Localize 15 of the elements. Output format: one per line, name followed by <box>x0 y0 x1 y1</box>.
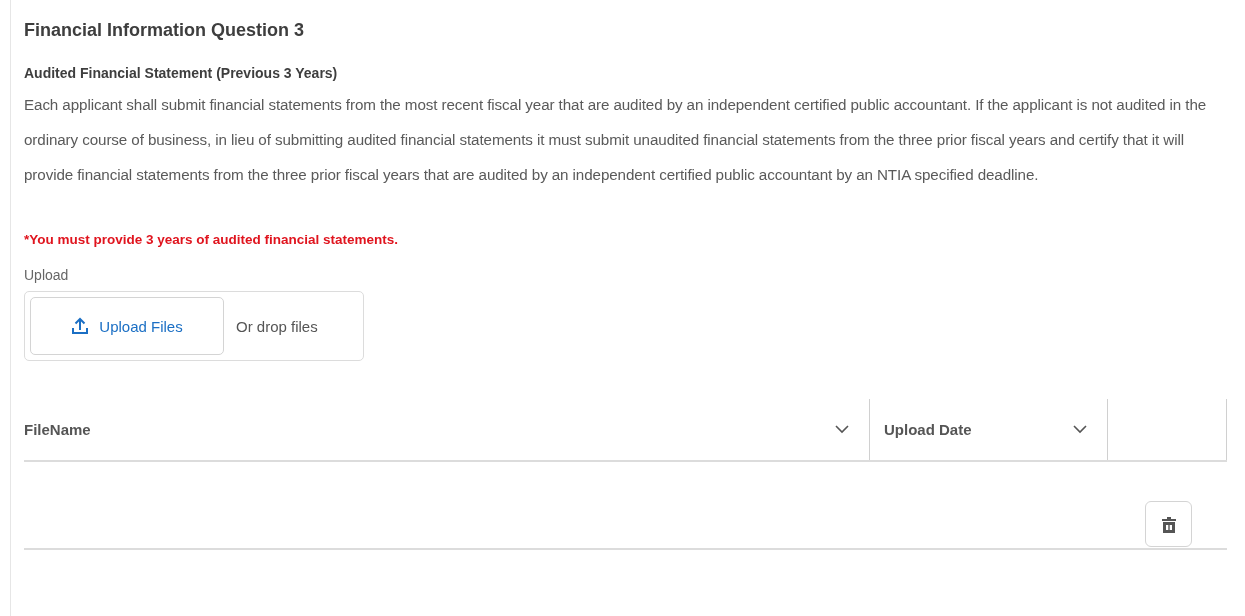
file-drop-zone[interactable]: Upload Files Or drop files <box>24 291 364 361</box>
section-title: Financial Information Question 3 <box>24 20 306 41</box>
requirement-note: *You must provide 3 years of audited financial statements. <box>24 232 400 247</box>
column-header[interactable]: FileName <box>24 421 91 438</box>
chevron-down-icon[interactable] <box>835 425 849 434</box>
description-paragraph: Each applicant shall submit financial statements from the most recent fiscal year that are audited by an independent certified public accountant. If the applicant is not audited in the ordinary course of business, in lieu of submitting audited financial statements it must submit unaudited financial statements from the three prior fiscal years and certify that it will provide financial statements from the three prior fiscal years that are audited by an independent certified public accountant by an NTIA specified deadline. <box>24 95 1208 185</box>
trash-icon <box>1161 515 1176 533</box>
column-header[interactable]: Upload Date <box>884 421 972 438</box>
upload-files-button[interactable]: Upload Files <box>30 297 224 355</box>
upload-label: Upload <box>24 267 70 283</box>
upload-icon <box>71 317 90 335</box>
chevron-down-icon[interactable] <box>1073 425 1087 434</box>
delete-button[interactable] <box>1145 501 1192 547</box>
drop-hint: Or drop files <box>236 317 318 335</box>
question-subtitle: Audited Financial Statement (Previous 3 Years) <box>24 65 339 81</box>
